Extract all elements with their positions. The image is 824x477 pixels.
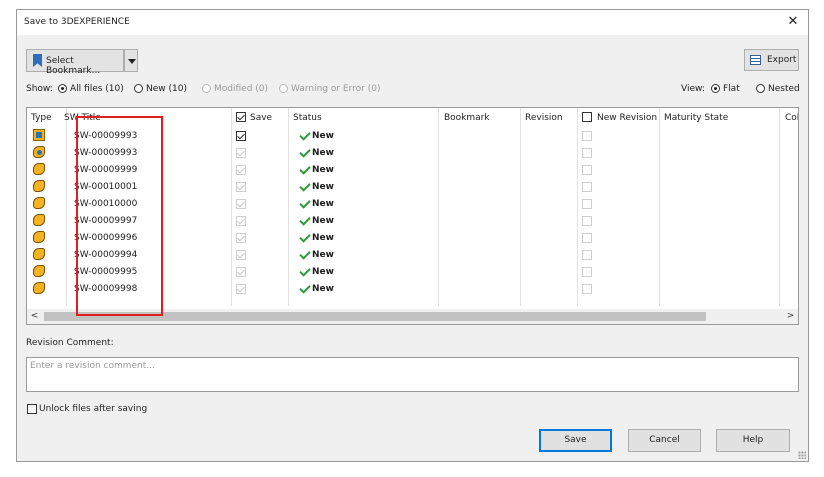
bookmark-icon [33,54,42,67]
new-revision-checkbox[interactable] [582,165,592,175]
save-checkbox[interactable] [236,131,246,141]
save-checkbox[interactable] [236,165,246,175]
show-new-radio[interactable] [134,84,143,93]
export-table-icon [750,55,761,65]
window-title: Save to 3DEXPERIENCE [24,17,130,27]
header-new-revision[interactable]: New Revision [597,113,657,123]
save-all-checkbox[interactable] [236,112,246,122]
show-all-label: All files (10) [70,84,124,94]
view-label: View: [681,84,705,94]
part-icon [33,248,45,260]
view-nested-label: Nested [768,84,800,94]
part-icon [33,231,45,243]
export-label: Export [767,55,797,65]
status-check-icon [299,265,311,277]
save-checkbox[interactable] [236,216,246,226]
status-check-icon [299,214,311,226]
cancel-button[interactable]: Cancel [628,429,701,452]
new-revision-checkbox[interactable] [582,216,592,226]
part-icon [33,282,45,294]
chevron-down-icon [128,59,136,64]
status-text: New [312,165,334,175]
unlock-files-label: Unlock files after saving [39,404,148,414]
new-revision-all-checkbox[interactable] [582,112,592,122]
resize-grip-icon[interactable] [798,451,806,459]
show-warning-label: Warning or Error (0) [291,84,381,94]
show-all-radio[interactable] [58,84,67,93]
status-check-icon [299,180,311,192]
status-check-icon [299,197,311,209]
new-revision-checkbox[interactable] [582,233,592,243]
header-bookmark[interactable]: Bookmark [444,113,490,123]
save-checkbox[interactable] [236,199,246,209]
header-save[interactable]: Save [250,113,272,123]
status-text: New [312,233,334,243]
view-flat-radio[interactable] [711,84,720,93]
help-button[interactable]: Help [716,429,790,452]
part-icon [33,197,45,209]
part-icon [33,214,45,226]
title-bar: Save to 3DEXPERIENCE ✕ [17,10,808,35]
view-nested-radio[interactable] [756,84,765,93]
unlock-files-checkbox[interactable] [27,404,37,414]
assembly-icon [33,129,45,141]
status-check-icon [299,248,311,260]
select-bookmark-label: Select Bookmark... [46,56,101,76]
header-type[interactable]: Type [31,113,52,123]
save-checkbox[interactable] [236,148,246,158]
header-revision[interactable]: Revision [525,113,563,123]
new-revision-checkbox[interactable] [582,284,592,294]
revision-comment-input[interactable]: Enter a revision comment... [26,357,799,392]
show-new-label: New (10) [146,84,187,94]
save-button[interactable]: Save [539,429,612,452]
status-check-icon [299,146,311,158]
save-checkbox[interactable] [236,284,246,294]
revision-comment-label: Revision Comment: [26,338,114,348]
view-flat-label: Flat [723,84,740,94]
new-revision-checkbox[interactable] [582,267,592,277]
status-check-icon [299,163,311,175]
header-collab[interactable]: Colla [785,113,798,123]
select-bookmark-button[interactable]: Select Bookmark... [26,49,124,76]
part-icon [33,265,45,277]
status-check-icon [299,282,311,294]
header-status[interactable]: Status [293,113,322,123]
save-checkbox[interactable] [236,182,246,192]
status-text: New [312,148,334,158]
status-text: New [312,216,334,226]
show-warning-radio[interactable] [279,84,288,93]
bookmark-dropdown-button[interactable] [124,49,138,72]
new-revision-checkbox[interactable] [582,182,592,192]
status-text: New [312,250,334,260]
part-icon [33,180,45,192]
status-text: New [312,199,334,209]
status-text: New [312,284,334,294]
status-check-icon [299,129,311,141]
save-dialog: Save to 3DEXPERIENCE ✕ Select Bookmark..… [16,9,809,462]
show-label: Show: [26,84,53,94]
save-checkbox[interactable] [236,267,246,277]
new-revision-checkbox[interactable] [582,131,592,141]
status-text: New [312,131,334,141]
status-text: New [312,267,334,277]
save-checkbox[interactable] [236,250,246,260]
status-check-icon [299,231,311,243]
new-revision-checkbox[interactable] [582,250,592,260]
new-revision-checkbox[interactable] [582,148,592,158]
revision-comment-placeholder: Enter a revision comment... [30,361,155,371]
header-maturity-state[interactable]: Maturity State [664,113,728,123]
scroll-left-icon[interactable]: < [27,309,42,324]
save-checkbox[interactable] [236,233,246,243]
part-icon [33,146,45,158]
part-icon [33,163,45,175]
export-button[interactable]: Export [744,49,799,71]
scroll-right-icon[interactable]: > [783,309,798,324]
new-revision-checkbox[interactable] [582,199,592,209]
close-icon[interactable]: ✕ [784,13,802,31]
show-modified-radio[interactable] [202,84,211,93]
show-modified-label: Modified (0) [214,84,269,94]
sw-title-highlight-box [76,116,163,316]
status-text: New [312,182,334,192]
column-separator [779,108,780,306]
